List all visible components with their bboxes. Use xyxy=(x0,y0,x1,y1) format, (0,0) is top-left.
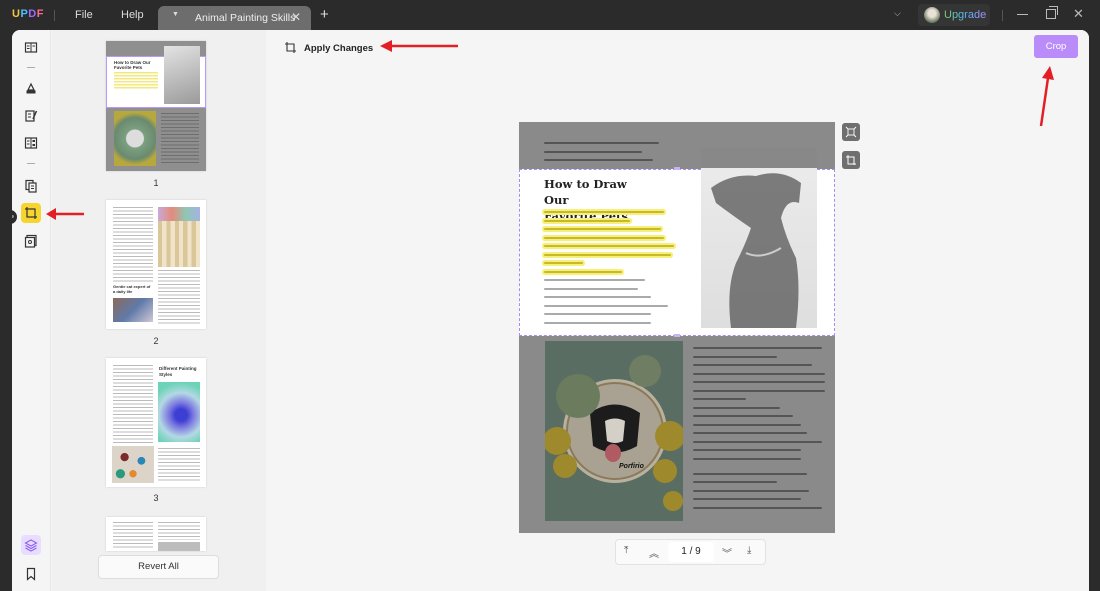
annotation-arrow-apply-changes xyxy=(380,40,458,52)
fit-page-icon[interactable] xyxy=(842,123,860,141)
thumbnail-page-1[interactable]: How to Draw Our Favorite Pets xyxy=(106,41,206,171)
thumb-title: Gentle cat expert of a daily life xyxy=(113,284,151,294)
thumbnail-panel: How to Draw Our Favorite Pets 1 Gentle c… xyxy=(52,30,266,591)
annotation-arrow-crop-button xyxy=(1039,66,1054,127)
main-canvas: Apply Changes Crop How to Draw Our Favor… xyxy=(266,30,1089,591)
crop-handle-top[interactable] xyxy=(674,167,680,170)
divider xyxy=(1002,10,1003,21)
title-bar: UPDF File Help ▼ Animal Painting Skills … xyxy=(0,0,1100,30)
body-text xyxy=(158,522,200,540)
minimize-button[interactable] xyxy=(1017,14,1028,15)
page-navigator: ⤒ ︽ 1 / 9 ︾ ⤓ xyxy=(615,539,766,565)
previous-page-button[interactable]: ︽ xyxy=(649,545,659,560)
updf-logo: UPDF xyxy=(12,8,44,20)
annotation-arrow-crop-tool xyxy=(46,208,84,220)
body-text xyxy=(158,448,200,483)
thumbnail-page-2[interactable]: Gentle cat expert of a daily life xyxy=(106,200,206,329)
divider xyxy=(54,10,55,21)
window-close-button[interactable]: ✕ xyxy=(1073,6,1084,22)
upgrade-button[interactable]: Upgrade xyxy=(918,4,990,26)
left-toolbar xyxy=(12,30,51,591)
body-text xyxy=(158,270,200,325)
painting-image xyxy=(113,298,153,322)
crop-icon xyxy=(285,42,296,53)
thumb-title: How to Draw Our Favorite Pets xyxy=(114,60,151,70)
embroidery-caption: Porfirio xyxy=(619,463,644,470)
comment-highlighter-icon[interactable] xyxy=(21,78,41,98)
apply-changes-label: Apply Changes xyxy=(304,42,374,54)
last-page-button[interactable]: ⤓ xyxy=(747,545,751,556)
body-text xyxy=(113,365,153,443)
menu-file[interactable]: File xyxy=(75,9,93,21)
menu-help[interactable]: Help xyxy=(121,9,144,21)
body-text xyxy=(113,207,153,282)
right-column-text xyxy=(693,347,825,515)
layers-icon[interactable] xyxy=(21,535,41,555)
paint-pots-image xyxy=(112,446,154,483)
next-page-button[interactable]: ︾ xyxy=(722,545,732,560)
page-number-input[interactable]: 1 / 9 xyxy=(668,542,714,562)
thumbnail-page-3[interactable]: Different Painting Styles xyxy=(106,358,206,487)
new-tab-button[interactable]: + xyxy=(320,6,329,23)
page-number-2: 2 xyxy=(153,336,159,346)
watercolor-image xyxy=(158,382,200,442)
restore-button[interactable] xyxy=(1046,6,1058,19)
tools-icon[interactable] xyxy=(21,231,41,251)
chevron-down-icon[interactable]: ⌵ xyxy=(894,8,901,19)
apply-changes-button[interactable]: Apply Changes xyxy=(284,40,373,56)
document-tab[interactable]: ▼ Animal Painting Skills ✕ xyxy=(158,6,311,30)
intro-text xyxy=(544,142,659,168)
form-icon[interactable] xyxy=(21,133,41,153)
first-page-button[interactable]: ⤒ xyxy=(624,545,628,556)
bookmark-icon[interactable] xyxy=(21,564,41,584)
embroidery-image: Porfirio xyxy=(543,341,685,521)
highlighted-text xyxy=(114,72,158,90)
dog-sketch-image xyxy=(701,148,817,328)
crop-pages-icon[interactable] xyxy=(21,203,41,223)
crop-settings-icon[interactable] xyxy=(842,151,860,169)
pdf-page: How to Draw Our Favorite Pets Porfirio xyxy=(519,122,835,533)
tab-title: Animal Painting Skills xyxy=(195,12,296,24)
revert-all-button[interactable]: Revert All xyxy=(98,555,219,579)
embroidery-image xyxy=(114,111,156,166)
app-window: How to Draw Our Favorite Pets 1 Gentle c… xyxy=(12,30,1089,591)
crop-handle-bottom[interactable] xyxy=(674,334,680,337)
palette-image xyxy=(158,207,200,221)
upgrade-label: Upgrade xyxy=(944,9,987,21)
divider xyxy=(27,163,35,164)
avatar xyxy=(924,7,940,23)
reader-icon[interactable] xyxy=(21,38,41,58)
body-text xyxy=(113,522,153,550)
edit-pdf-icon[interactable] xyxy=(21,106,41,126)
dog-sketch-image xyxy=(164,46,200,104)
image-preview xyxy=(158,542,200,551)
body-text xyxy=(161,113,199,163)
highlighted-paragraph xyxy=(544,211,674,330)
tab-dropdown-icon[interactable]: ▼ xyxy=(172,11,179,18)
page-number-3: 3 xyxy=(153,493,159,503)
divider xyxy=(27,67,35,68)
crop-button[interactable]: Crop xyxy=(1034,35,1078,58)
organize-pages-icon[interactable] xyxy=(21,176,41,196)
thumbnail-page-4[interactable] xyxy=(106,517,206,551)
thumb-title: Different Painting Styles xyxy=(159,366,197,377)
page-number-1: 1 xyxy=(153,178,159,188)
tab-close-icon[interactable]: ✕ xyxy=(291,10,301,24)
